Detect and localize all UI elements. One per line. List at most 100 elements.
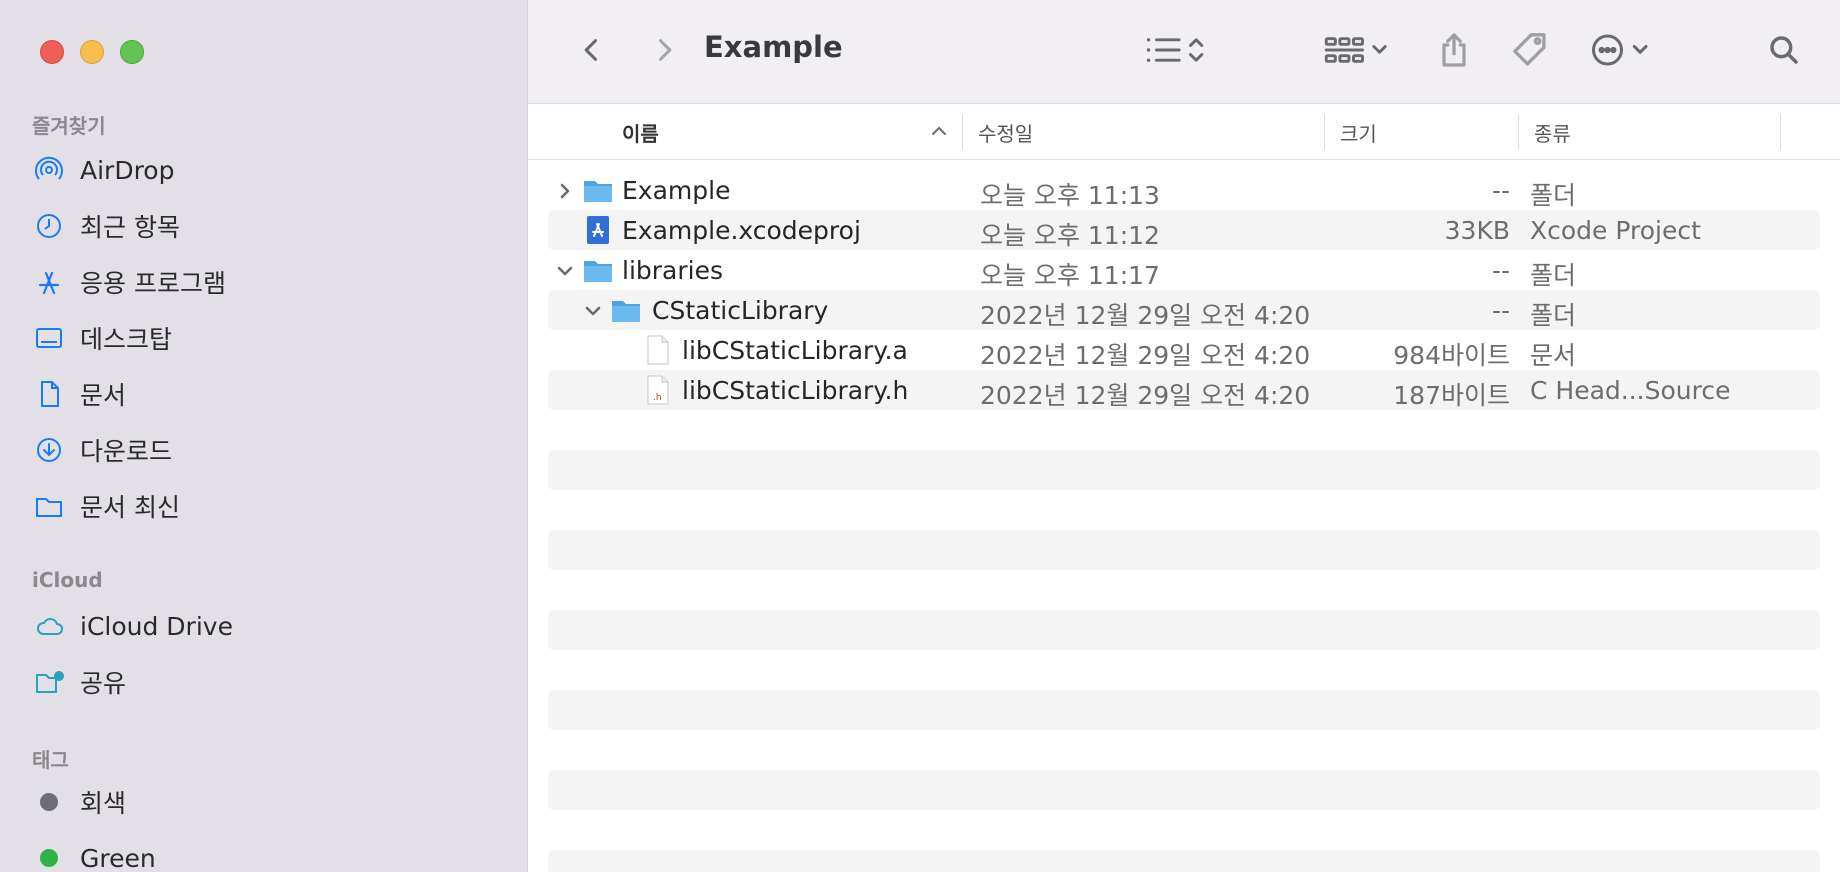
sidebar-tag-green[interactable]: Green: [32, 838, 156, 872]
file-date: 오늘 오후 11:13: [980, 181, 1160, 210]
sidebar-item-desktop[interactable]: 데스크탑: [32, 318, 172, 358]
file-name: CStaticLibrary: [652, 296, 829, 325]
tags-header: 태그: [32, 748, 69, 772]
file-date: 2022년 12월 29일 오전 4:20: [980, 301, 1311, 330]
view-options-button[interactable]: [1140, 30, 1216, 70]
sidebar-item-label: 데스크탑: [80, 325, 173, 354]
sidebar-item-documents[interactable]: 문서: [32, 374, 126, 414]
list-item[interactable]: libCStaticLibrary.a 2022년 12월 29일 오전 4:2…: [548, 330, 1820, 370]
favorites-header: 즐겨찾기: [32, 114, 106, 138]
file-size: 187바이트: [1393, 381, 1510, 410]
header-file-icon: .h: [642, 374, 674, 406]
icloud-header: iCloud: [32, 568, 103, 592]
tag-button[interactable]: [1508, 28, 1552, 72]
column-modified[interactable]: 수정일: [978, 118, 1033, 147]
empty-row: [548, 770, 1820, 810]
file-kind: Xcode Project: [1530, 216, 1701, 245]
file-name: libCStaticLibrary.a: [682, 336, 908, 365]
column-kind[interactable]: 종류: [1534, 118, 1571, 147]
document-icon: [642, 334, 674, 366]
sidebar-item-label: AirDrop: [80, 155, 175, 185]
sidebar-item-label: 문서: [80, 381, 127, 410]
file-kind: 폴더: [1530, 181, 1577, 210]
chevron-right-icon: [658, 39, 672, 61]
file-size: 984바이트: [1393, 341, 1510, 370]
sidebar-item-icloud-drive[interactable]: iCloud Drive: [32, 606, 233, 646]
column-header: 이름 수정일 크기 종류: [528, 104, 1840, 160]
list-item[interactable]: CStaticLibrary 2022년 12월 29일 오전 4:20 -- …: [548, 290, 1820, 330]
group-icon: [1324, 37, 1387, 63]
close-button[interactable]: [40, 40, 64, 64]
sidebar-item-label: 응용 프로그램: [80, 269, 226, 298]
finder-window: 즐겨찾기 AirDrop 최근 항목 응용 프로그램 데스크탑 문서 다운로드 …: [0, 0, 1840, 872]
empty-row: [548, 850, 1820, 872]
sidebar-item-applications[interactable]: 응용 프로그램: [32, 262, 226, 302]
search-button[interactable]: [1764, 30, 1804, 70]
file-size: --: [1491, 256, 1510, 285]
list-item[interactable]: .h libCStaticLibrary.h 2022년 12월 29일 오전 …: [548, 370, 1820, 410]
cloud-icon: [32, 609, 66, 643]
clock-icon: [32, 209, 66, 243]
column-divider: [1324, 114, 1325, 150]
list-item[interactable]: Example.xcodeproj 오늘 오후 11:12 33KB Xcode…: [548, 210, 1820, 250]
toolbar: Example: [528, 0, 1840, 104]
file-name: Example: [622, 176, 731, 205]
chevron-left-icon: [584, 39, 598, 61]
tag-dot-icon: [32, 841, 66, 872]
file-kind: 폴더: [1530, 261, 1577, 290]
list-item[interactable]: Example 오늘 오후 11:13 -- 폴더: [548, 170, 1820, 210]
file-size: --: [1491, 176, 1510, 205]
sidebar-item-label: 회색: [80, 789, 127, 818]
disclosure-collapsed-icon[interactable]: [554, 179, 576, 201]
search-icon: [1770, 36, 1798, 64]
file-date: 오늘 오후 11:12: [980, 221, 1160, 250]
file-name: libraries: [622, 256, 723, 285]
empty-row: [548, 530, 1820, 570]
sidebar-item-airdrop[interactable]: AirDrop: [32, 150, 174, 190]
group-button[interactable]: [1320, 30, 1396, 70]
svg-text:.h: .h: [653, 393, 662, 403]
xcode-project-icon: [582, 214, 614, 246]
file-name: libCStaticLibrary.h: [682, 376, 909, 405]
column-divider: [1780, 114, 1781, 150]
column-name[interactable]: 이름: [622, 118, 659, 147]
download-icon: [32, 433, 66, 467]
column-size[interactable]: 크기: [1340, 118, 1377, 147]
disclosure-expanded-icon[interactable]: [554, 259, 576, 281]
forward-button[interactable]: [644, 30, 684, 70]
folder-icon: [610, 294, 642, 326]
applications-icon: [32, 265, 66, 299]
more-actions-button[interactable]: [1590, 28, 1660, 72]
share-button[interactable]: [1434, 28, 1474, 72]
sidebar-item-recents[interactable]: 최근 항목: [32, 206, 180, 246]
sort-ascending-icon: [932, 126, 946, 135]
zoom-button[interactable]: [120, 40, 144, 64]
list-view-icon: [1146, 38, 1204, 62]
file-kind: C Head...Source: [1530, 376, 1731, 405]
file-date: 오늘 오후 11:17: [980, 261, 1160, 290]
column-divider: [962, 114, 963, 150]
sidebar-item-label: Green: [80, 843, 156, 872]
file-name: Example.xcodeproj: [622, 216, 861, 245]
file-size: --: [1491, 296, 1510, 325]
sidebar-item-downloads[interactable]: 다운로드: [32, 430, 172, 470]
minimize-button[interactable]: [80, 40, 104, 64]
tag-dot-icon: [32, 785, 66, 819]
sidebar-item-label: 최근 항목: [80, 213, 180, 242]
file-date: 2022년 12월 29일 오전 4:20: [980, 341, 1311, 370]
disclosure-expanded-icon[interactable]: [582, 299, 604, 321]
airdrop-icon: [32, 153, 66, 187]
empty-row: [548, 450, 1820, 490]
sidebar-tag-gray[interactable]: 회색: [32, 782, 126, 822]
window-title: Example: [704, 30, 843, 64]
list-item[interactable]: libraries 오늘 오후 11:17 -- 폴더: [548, 250, 1820, 290]
sidebar-item-label: 공유: [80, 669, 127, 698]
ellipsis-icon: [1591, 34, 1648, 66]
sidebar-item-shared[interactable]: 공유: [32, 662, 126, 702]
empty-row: [548, 690, 1820, 730]
sidebar-item-label: iCloud Drive: [80, 611, 233, 641]
file-kind: 폴더: [1530, 301, 1577, 330]
sidebar-item-recent-docs[interactable]: 문서 최신: [32, 486, 180, 526]
folder-icon: [582, 174, 614, 206]
back-button[interactable]: [572, 30, 612, 70]
